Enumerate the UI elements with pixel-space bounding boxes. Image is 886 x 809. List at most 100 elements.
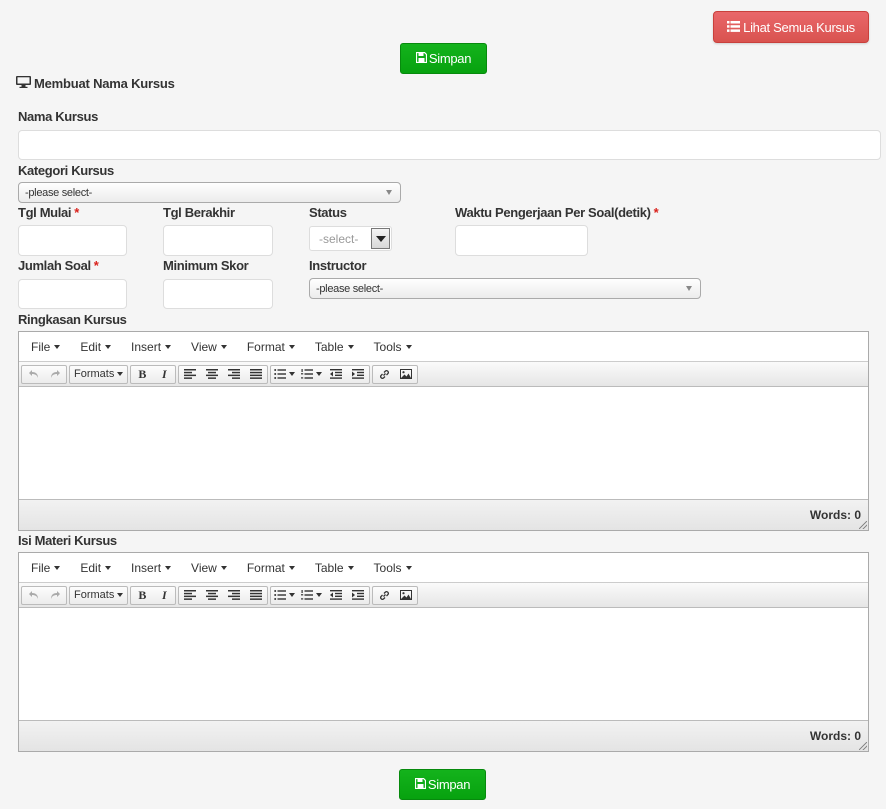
style-group: B I: [130, 364, 177, 384]
minimum-skor-input[interactable]: [163, 279, 273, 309]
kategori-kursus-select[interactable]: -please select-: [18, 182, 401, 203]
outdent-icon[interactable]: [325, 587, 347, 604]
tgl-mulai-label: Tgl Mulai *: [18, 205, 79, 220]
history-group: [21, 585, 67, 605]
save-label-bottom: Simpan: [427, 777, 471, 792]
align-group: [178, 585, 269, 605]
menu-file-label: File: [31, 339, 51, 354]
bold-button[interactable]: B: [131, 366, 153, 383]
tgl-berakhir-input[interactable]: [163, 225, 273, 256]
link-icon[interactable]: [373, 587, 395, 604]
align-justify-icon[interactable]: [245, 587, 267, 604]
align-justify-icon[interactable]: [245, 366, 267, 383]
ringkasan-content-area[interactable]: [19, 387, 868, 499]
align-left-icon[interactable]: [179, 587, 201, 604]
instructor-label: Instructor: [309, 258, 367, 273]
menu-tools[interactable]: Tools: [366, 561, 420, 575]
undo-icon[interactable]: [22, 587, 44, 604]
menu-table[interactable]: Table: [307, 340, 362, 354]
section-title-text: Membuat Nama Kursus: [34, 76, 175, 91]
instructor-select[interactable]: -please select-: [309, 278, 701, 299]
menu-insert[interactable]: Insert: [123, 340, 179, 354]
status-select[interactable]: -select-: [309, 226, 392, 251]
menu-file[interactable]: File: [23, 340, 68, 354]
align-center-icon[interactable]: [201, 366, 223, 383]
desktop-icon: [16, 76, 31, 91]
dropdown-arrow-icon[interactable]: [371, 228, 390, 249]
redo-icon[interactable]: [44, 366, 66, 383]
required-marker: *: [93, 258, 99, 273]
menu-view[interactable]: View: [183, 561, 235, 575]
align-right-icon[interactable]: [223, 366, 245, 383]
tgl-berakhir-label: Tgl Berakhir: [163, 205, 235, 220]
view-all-courses-button[interactable]: Lihat Semua Kursus: [713, 11, 869, 43]
caret-down-icon: [405, 344, 412, 349]
isi-materi-content-area[interactable]: [19, 608, 868, 720]
indent-icon[interactable]: [347, 366, 369, 383]
jumlah-soal-label: Jumlah Soal *: [18, 258, 99, 273]
menu-table-label: Table: [314, 560, 344, 575]
italic-button[interactable]: I: [153, 366, 175, 383]
indent-icon[interactable]: [347, 587, 369, 604]
redo-icon[interactable]: [44, 587, 66, 604]
editor-statusbar: Words: 0: [19, 499, 868, 530]
formats-dropdown[interactable]: Formats: [69, 585, 129, 605]
bullet-list-icon[interactable]: [271, 587, 298, 604]
menu-format-label: Format: [246, 560, 285, 575]
menu-format[interactable]: Format: [239, 340, 303, 354]
resize-handle-icon[interactable]: [859, 521, 867, 529]
caret-down-icon: [347, 344, 354, 349]
bold-button[interactable]: B: [131, 587, 153, 604]
menu-format[interactable]: Format: [239, 561, 303, 575]
bullet-list-icon[interactable]: [271, 366, 298, 383]
list-group: [270, 585, 371, 605]
caret-down-icon: [288, 344, 295, 349]
menu-tools-label: Tools: [373, 560, 402, 575]
menu-insert-label: Insert: [131, 560, 162, 575]
outdent-icon[interactable]: [325, 366, 347, 383]
resize-handle-icon[interactable]: [859, 742, 867, 750]
numbered-list-icon[interactable]: [298, 366, 325, 383]
ringkasan-kursus-label: Ringkasan Kursus: [18, 312, 127, 327]
image-icon[interactable]: [395, 587, 417, 604]
caret-down-icon: [54, 565, 61, 570]
menu-file[interactable]: File: [23, 561, 68, 575]
menu-tools[interactable]: Tools: [366, 340, 420, 354]
numbered-list-icon[interactable]: [298, 587, 325, 604]
nama-kursus-input[interactable]: [18, 130, 881, 160]
ringkasan-editor: File Edit Insert View Format Table Tools…: [18, 331, 869, 531]
save-button-bottom[interactable]: Simpan: [399, 769, 486, 800]
align-right-icon[interactable]: [223, 587, 245, 604]
tgl-mulai-input[interactable]: [18, 225, 127, 256]
undo-icon[interactable]: [22, 366, 44, 383]
menu-table[interactable]: Table: [307, 561, 362, 575]
align-center-icon[interactable]: [201, 587, 223, 604]
formats-dropdown[interactable]: Formats: [69, 364, 129, 384]
align-left-icon[interactable]: [179, 366, 201, 383]
italic-button[interactable]: I: [153, 587, 175, 604]
menu-view[interactable]: View: [183, 340, 235, 354]
link-icon[interactable]: [373, 366, 395, 383]
image-icon[interactable]: [395, 366, 417, 383]
minimum-skor-label: Minimum Skor: [163, 258, 249, 273]
caret-down-icon: [316, 372, 323, 376]
caret-down-icon: [220, 565, 227, 570]
align-group: [178, 364, 269, 384]
menu-edit[interactable]: Edit: [72, 561, 119, 575]
insert-group: [372, 364, 419, 384]
jumlah-soal-input[interactable]: [18, 279, 127, 309]
menu-edit-label: Edit: [80, 339, 102, 354]
editor-menubar: File Edit Insert View Format Table Tools: [19, 553, 868, 583]
menu-insert[interactable]: Insert: [123, 561, 179, 575]
status-label: Status: [309, 205, 347, 220]
formats-button[interactable]: Formats: [70, 366, 127, 383]
word-count: Words: 0: [809, 508, 861, 522]
caret-down-icon: [289, 593, 296, 597]
waktu-input[interactable]: [455, 225, 588, 256]
menu-format-label: Format: [246, 339, 285, 354]
editor-menubar: File Edit Insert View Format Table Tools: [19, 332, 868, 362]
nama-kursus-label: Nama Kursus: [18, 109, 98, 124]
save-button-top[interactable]: Simpan: [400, 43, 487, 74]
formats-button[interactable]: Formats: [70, 587, 127, 604]
menu-edit[interactable]: Edit: [72, 340, 119, 354]
